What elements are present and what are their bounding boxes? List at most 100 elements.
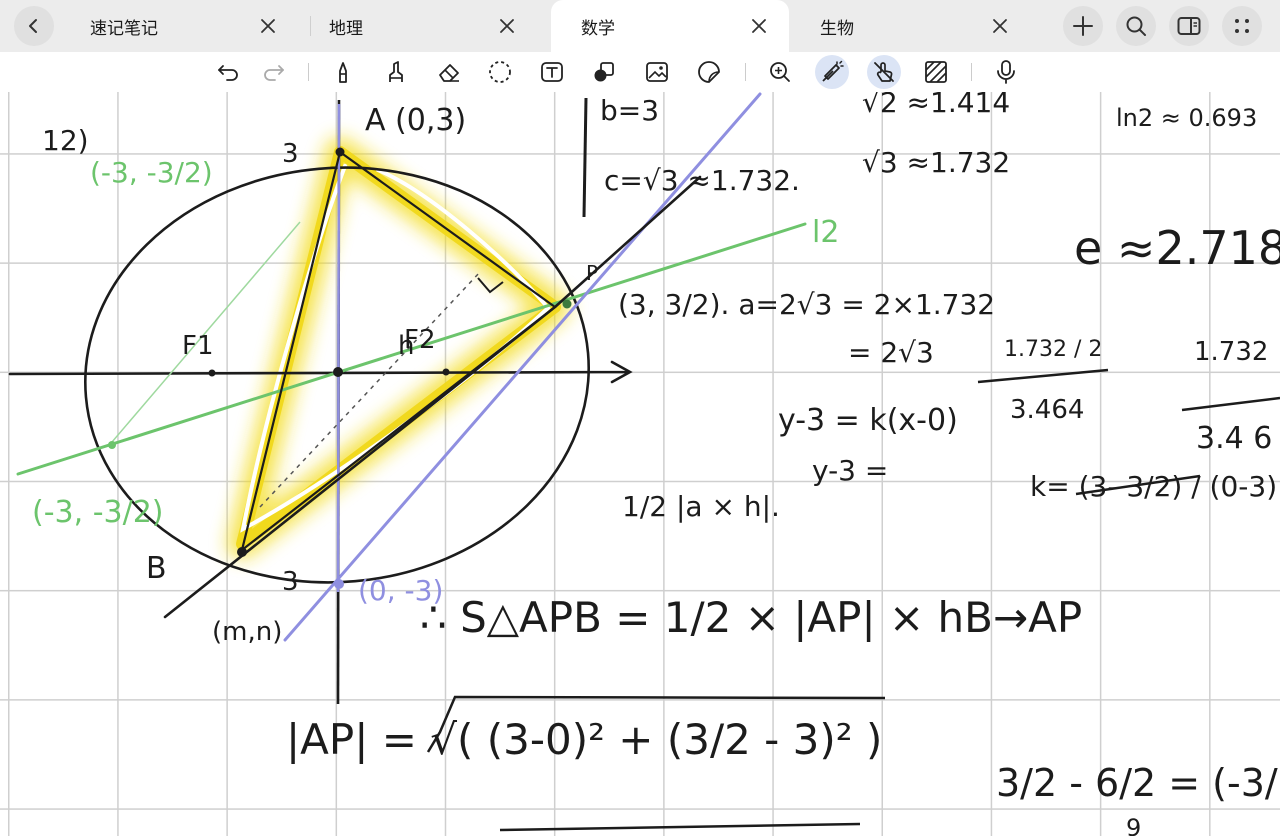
eq-sqrt2: √2 ≈1.414 bbox=[862, 92, 1010, 119]
tab-biology[interactable]: 生物 bbox=[790, 0, 1030, 52]
val-34: 3.4 6 bbox=[1196, 421, 1272, 456]
eq-ln2: ln2 ≈ 0.693 bbox=[1116, 104, 1257, 132]
point-green bbox=[108, 441, 116, 449]
zoom-icon bbox=[770, 62, 790, 82]
label-h: h bbox=[398, 331, 414, 361]
fill-tool[interactable] bbox=[919, 55, 953, 89]
fill-icon bbox=[925, 61, 947, 83]
shapes-icon bbox=[594, 62, 614, 82]
eq-half: 1/2 |a × h|. bbox=[622, 490, 780, 523]
eq-sqrt3: √3 ≈1.732 bbox=[862, 146, 1010, 179]
split-view-button[interactable] bbox=[1169, 6, 1209, 46]
bottom-stroke bbox=[499, 822, 861, 832]
label-l2: l2 bbox=[812, 215, 839, 250]
handwriting-layer: 12) A (0,3) 3 F1 F2 P B 3 (m,n) b=3 c=√3… bbox=[8, 92, 1280, 836]
plus-icon bbox=[1073, 16, 1093, 36]
close-icon[interactable] bbox=[749, 16, 769, 36]
tab-quick-notes[interactable]: 速记笔记 bbox=[60, 0, 298, 52]
text-icon bbox=[541, 62, 563, 82]
text-tool[interactable] bbox=[535, 55, 569, 89]
tab-label: 生物 bbox=[820, 18, 854, 38]
sticker-icon bbox=[698, 61, 720, 83]
eq-b: b=3 bbox=[600, 94, 659, 127]
point-origin bbox=[333, 367, 343, 377]
zoom-tool[interactable] bbox=[763, 55, 797, 89]
sticker-tool[interactable] bbox=[692, 55, 726, 89]
grid-dots-icon bbox=[1235, 19, 1249, 33]
pen-tool[interactable] bbox=[326, 55, 360, 89]
point-f1 bbox=[208, 369, 216, 377]
purple-axis bbox=[336, 103, 341, 593]
eq-p-coord: (3, 3/2). a=2√3 = 2×1.732 bbox=[618, 288, 995, 321]
highlighter-tool[interactable] bbox=[379, 55, 413, 89]
eq-ap: |AP| = √( (3-0)² + (3/2 - 3)² ) bbox=[286, 715, 882, 764]
eq-e: e ≈2.718 bbox=[1074, 221, 1280, 275]
eq-y2: y-3 = bbox=[812, 454, 888, 487]
redo-icon bbox=[264, 65, 284, 81]
image-icon bbox=[646, 62, 668, 82]
bracket-line bbox=[582, 97, 588, 218]
val-3464: 3.464 bbox=[1010, 395, 1084, 425]
lasso-tool[interactable] bbox=[483, 55, 517, 89]
fraction-bar bbox=[977, 368, 1109, 384]
note-canvas[interactable]: 12) A (0,3) 3 F1 F2 P B 3 (m,n) b=3 c=√3… bbox=[0, 92, 1280, 836]
sidebar-icon bbox=[1177, 17, 1201, 35]
undo-button[interactable] bbox=[212, 55, 246, 89]
touch-icon bbox=[874, 62, 894, 82]
lasso-icon bbox=[489, 61, 511, 83]
search-button[interactable] bbox=[1116, 6, 1156, 46]
tab-bar: 速记笔记 地理 数学 生物 bbox=[0, 0, 1280, 52]
redo-button[interactable] bbox=[256, 55, 290, 89]
close-icon[interactable] bbox=[990, 16, 1010, 36]
point-a bbox=[335, 147, 345, 157]
drawing-toolbar bbox=[0, 52, 1280, 92]
microphone-button[interactable] bbox=[989, 55, 1023, 89]
eq-k: k= (3- 3/2) / (0-3) bbox=[1030, 470, 1277, 503]
search-icon bbox=[1126, 16, 1146, 36]
point-p bbox=[562, 299, 572, 309]
tabbar-actions bbox=[1063, 6, 1262, 46]
point-b bbox=[237, 547, 247, 557]
toolbar-divider bbox=[971, 63, 972, 81]
fraction-bar bbox=[1181, 396, 1280, 412]
label-green-top: (-3, -3/2) bbox=[90, 156, 213, 189]
close-icon[interactable] bbox=[497, 16, 517, 36]
back-button[interactable] bbox=[14, 6, 54, 46]
back-icon bbox=[14, 6, 54, 46]
laser-pointer-tool[interactable] bbox=[815, 55, 849, 89]
toolbar-divider bbox=[745, 63, 746, 81]
val-nine: 9 bbox=[1126, 814, 1141, 836]
eq-area: ∴ S△APB = 1/2 × |AP| × hB→AP bbox=[420, 593, 1082, 642]
label-y3: 3 bbox=[282, 139, 299, 169]
finger-drawing-toggle[interactable] bbox=[867, 55, 901, 89]
eraser-tool[interactable] bbox=[432, 55, 466, 89]
part-label: 12) bbox=[42, 124, 89, 157]
tab-label: 速记笔记 bbox=[90, 18, 158, 38]
toolbar-divider bbox=[308, 63, 309, 81]
close-icon[interactable] bbox=[258, 16, 278, 36]
pen-icon bbox=[339, 62, 347, 83]
label-green-bottom: (-3, -3/2) bbox=[32, 495, 164, 530]
label-b: B bbox=[146, 551, 167, 586]
label-a: A (0,3) bbox=[365, 103, 466, 138]
label-bottom-3: 3 bbox=[282, 567, 299, 597]
label-p: P bbox=[586, 261, 598, 285]
tab-label: 数学 bbox=[581, 18, 615, 38]
frac-1732: 1.732 / 2 bbox=[1004, 337, 1102, 362]
undo-icon bbox=[218, 65, 238, 81]
label-f1: F1 bbox=[182, 331, 214, 361]
tab-geography[interactable]: 地理 bbox=[299, 0, 537, 52]
point-f2 bbox=[442, 368, 450, 376]
microphone-icon bbox=[997, 60, 1015, 84]
highlighter-icon bbox=[389, 61, 403, 82]
laser-icon bbox=[822, 60, 844, 82]
new-tab-button[interactable] bbox=[1063, 6, 1103, 46]
eq-bottom: 3/2 - 6/2 = (-3/2) bbox=[996, 761, 1280, 805]
shapes-tool[interactable] bbox=[587, 55, 621, 89]
tab-label: 地理 bbox=[329, 18, 363, 38]
more-button[interactable] bbox=[1222, 6, 1262, 46]
image-tool[interactable] bbox=[640, 55, 674, 89]
val-1732: 1.732 bbox=[1194, 337, 1268, 367]
eq-c: c=√3 ≈1.732. bbox=[604, 164, 800, 197]
tab-math[interactable]: 数学 bbox=[551, 0, 789, 52]
